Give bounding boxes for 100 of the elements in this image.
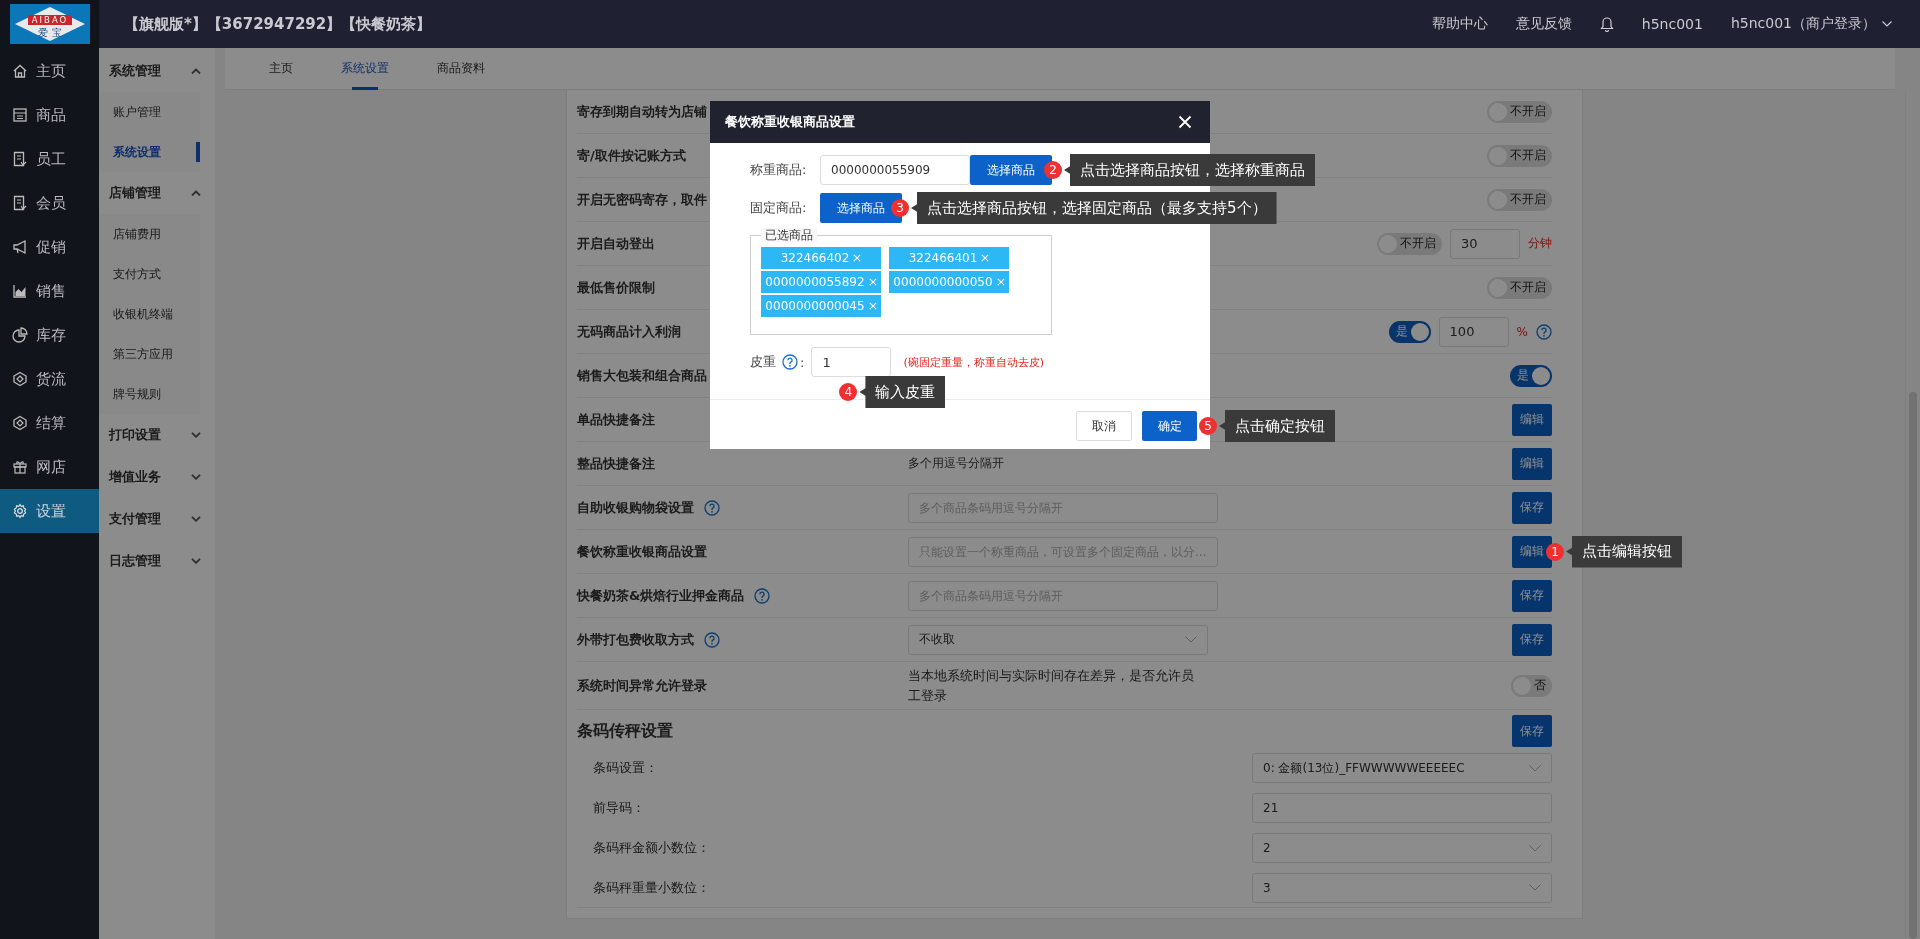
nav-item[interactable]: 员工	[0, 137, 99, 181]
toggle-switch[interactable]: 不开启	[1487, 276, 1552, 299]
bell-icon[interactable]	[1599, 16, 1614, 32]
user-name[interactable]: h5nc001	[1641, 16, 1703, 32]
nav-item[interactable]: 库存	[0, 313, 99, 357]
menu-item[interactable]: 店铺费用	[99, 214, 200, 254]
toggle-switch[interactable]: 不开启	[1487, 144, 1552, 167]
field-hint: (碗固定重量，称重自动去皮)	[903, 354, 1044, 370]
megaphone-icon	[12, 239, 28, 255]
store-title: 【旗舰版*】【3672947292】【快餐奶茶】	[124, 14, 432, 34]
menu-group[interactable]: 日志管理	[99, 540, 215, 582]
setting-label: 寄/取件按记账方式	[577, 146, 686, 165]
setting-label: 无码商品计入利润	[577, 322, 681, 341]
setting-hint: 多个用逗号分隔开	[908, 455, 1004, 472]
setting-label: 前导码：	[593, 799, 645, 817]
field-label: 固定商品:	[750, 199, 808, 217]
menu-group[interactable]: 打印设置	[99, 414, 215, 456]
row-button[interactable]: 保存	[1512, 579, 1552, 612]
nav-item[interactable]: 商品	[0, 93, 99, 137]
toggle-switch[interactable]: 否	[1511, 674, 1552, 697]
setting-label: 销售大包装和组合商品	[577, 366, 707, 385]
menu-item[interactable]: 第三方应用	[99, 334, 200, 374]
dialog-title: 餐饮称重收银商品设置	[725, 113, 855, 131]
header-link[interactable]: 意见反馈	[1515, 15, 1572, 33]
toggle-switch[interactable]: 不开启	[1377, 232, 1442, 255]
menu-group[interactable]: 系统管理	[99, 50, 215, 92]
id-card-icon	[12, 151, 28, 167]
cancel-button[interactable]: 取消	[1076, 411, 1132, 441]
select-field[interactable]: 0: 金额(13位)_FFWWWWWEEEEEC	[1252, 753, 1552, 783]
remove-icon[interactable]	[996, 278, 1005, 286]
header-link[interactable]: 帮助中心	[1431, 15, 1488, 33]
input-field[interactable]: 100	[1438, 316, 1509, 347]
close-icon[interactable]	[1178, 115, 1192, 129]
toggle-switch[interactable]: 是	[1510, 364, 1552, 387]
menu-group[interactable]: 支付管理	[99, 498, 215, 540]
field-label: 称重商品:	[750, 161, 808, 179]
setting-description: 当本地系统时间与实际时间存在差异，是否允许员工登录	[908, 666, 1195, 705]
setting-label: 最低售价限制	[577, 278, 655, 297]
menu-group[interactable]: 增值业务	[99, 456, 215, 498]
nav-item[interactable]: 会员	[0, 181, 99, 225]
input-field[interactable]: 1	[811, 347, 892, 377]
setting-label: 系统时间异常允许登录	[577, 676, 707, 695]
nav-item[interactable]: 货流	[0, 357, 99, 401]
setting-label: 开启自动登出	[577, 234, 655, 253]
toggle-switch[interactable]: 不开启	[1487, 188, 1552, 211]
tooltip: 点击编辑按钮	[1566, 535, 1682, 568]
menu-group[interactable]: 店铺管理	[99, 172, 215, 214]
nav-item[interactable]: 网店	[0, 445, 99, 489]
confirm-button[interactable]: 确定	[1142, 411, 1197, 441]
nav-item[interactable]: 设置	[0, 489, 99, 533]
field-label: 皮重	[750, 353, 776, 371]
row-button[interactable]: 编辑	[1512, 535, 1552, 568]
chevron-down-icon	[1529, 764, 1541, 772]
box-legend: 已选商品	[761, 228, 817, 242]
setting-label: 开启无密码寄存，取件	[577, 190, 707, 209]
setting-label: 外带打包费收取方式	[577, 630, 694, 649]
input-field[interactable]: 0000000055909	[820, 155, 970, 185]
setting-label: 单品快捷备注	[577, 410, 655, 429]
tooltip: 点击选择商品按钮，选择称重商品	[1064, 154, 1315, 186]
home-icon	[12, 63, 28, 79]
input-field[interactable]: 30	[1450, 228, 1520, 259]
pie-chart-icon	[12, 327, 28, 343]
menu-item[interactable]: 牌号规则	[99, 374, 200, 414]
nav-item[interactable]: 销售	[0, 269, 99, 313]
account-menu[interactable]: h5nc001（商户登录）	[1730, 15, 1892, 33]
help-icon	[782, 354, 798, 370]
menu-item[interactable]: 支付方式	[99, 254, 200, 294]
logo: AIBAO 爱 宝	[9, 4, 90, 44]
row-button[interactable]: 保存	[1512, 715, 1552, 747]
row-button[interactable]: 编辑	[1512, 447, 1552, 480]
select-field[interactable]: 2	[1252, 833, 1552, 863]
label-colon: :	[800, 354, 805, 370]
nav-item[interactable]: 主页	[0, 49, 99, 93]
cube-icon	[12, 371, 28, 387]
setting-label: 条码秤重量小数位：	[593, 878, 710, 897]
nav-item[interactable]: 促销	[0, 225, 99, 269]
setting-label: 条码秤金额小数位：	[593, 839, 710, 857]
row-button[interactable]: 保存	[1512, 623, 1552, 656]
menu-item[interactable]: 账户管理	[99, 92, 200, 132]
toggle-switch[interactable]: 是	[1388, 320, 1431, 343]
box-icon	[12, 107, 28, 123]
chevron-down-icon	[191, 558, 201, 564]
tooltip: 点击选择商品按钮，选择固定商品（最多支持5个）	[911, 192, 1277, 224]
remove-icon[interactable]	[868, 278, 877, 286]
select-field[interactable]: 不收取	[908, 624, 1208, 655]
remove-icon[interactable]	[853, 254, 862, 262]
menu-item[interactable]: 收银机终端	[99, 294, 200, 334]
row-button[interactable]: 保存	[1512, 491, 1552, 524]
chevron-down-icon	[191, 432, 201, 438]
remove-icon[interactable]	[868, 302, 877, 310]
toggle-switch[interactable]: 不开启	[1487, 100, 1552, 123]
row-button[interactable]: 编辑	[1512, 403, 1552, 436]
input-field[interactable]: 21	[1252, 793, 1552, 823]
nav-item[interactable]: 结算	[0, 401, 99, 445]
gear-icon	[12, 503, 28, 519]
tooltip: 点击确定按钮	[1219, 410, 1335, 442]
tooltip: 输入皮重	[859, 376, 946, 408]
select-field[interactable]: 3	[1252, 872, 1552, 903]
remove-icon[interactable]	[981, 254, 990, 262]
caret-icon	[1882, 21, 1892, 27]
